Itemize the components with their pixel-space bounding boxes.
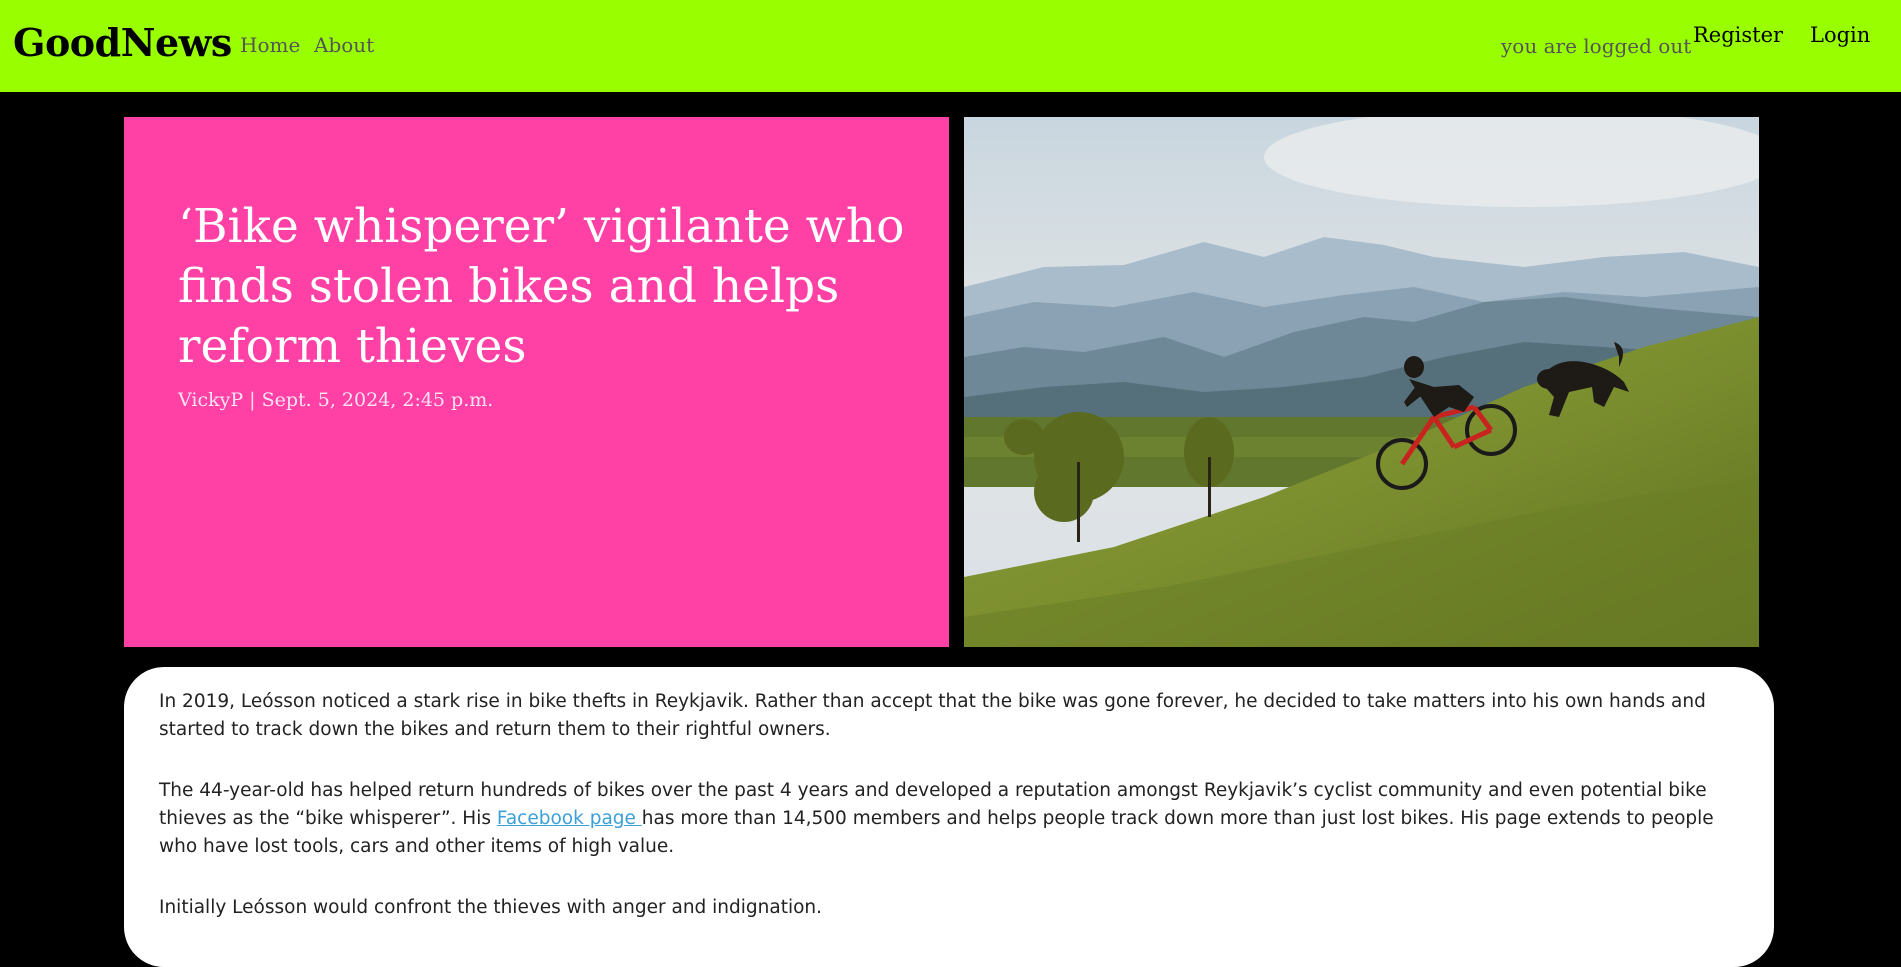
photo-mountain-biker-with-dog-icon xyxy=(964,117,1759,647)
article-body: In 2019, Leósson noticed a stark rise in… xyxy=(159,688,1739,955)
article-byline: VickyP | Sept. 5, 2024, 2:45 p.m. xyxy=(178,389,494,411)
article-hero-image xyxy=(964,117,1759,647)
nav-home-link[interactable]: Home xyxy=(240,33,300,57)
register-link[interactable]: Register xyxy=(1693,23,1783,47)
article-hero-card: ‘Bike whisperer’ vigilante who finds sto… xyxy=(124,117,949,647)
login-link[interactable]: Login xyxy=(1810,23,1870,47)
nav-about-link[interactable]: About xyxy=(314,33,374,57)
article-paragraph-3: Initially Leósson would confront the thi… xyxy=(159,897,823,918)
brand-logo[interactable]: GoodNews xyxy=(13,20,232,65)
article-title: ‘Bike whisperer’ vigilante who finds sto… xyxy=(178,199,905,374)
facebook-page-link[interactable]: Facebook page xyxy=(497,808,642,829)
article-body-card: In 2019, Leósson noticed a stark rise in… xyxy=(124,667,1774,967)
top-navbar: GoodNews Home About you are logged out R… xyxy=(0,0,1901,92)
login-status-text: you are logged out xyxy=(1501,34,1692,58)
article-paragraph-2: The 44-year-old has helped return hundre… xyxy=(159,777,1739,861)
article-paragraph-1: In 2019, Leósson noticed a stark rise in… xyxy=(159,691,1706,740)
